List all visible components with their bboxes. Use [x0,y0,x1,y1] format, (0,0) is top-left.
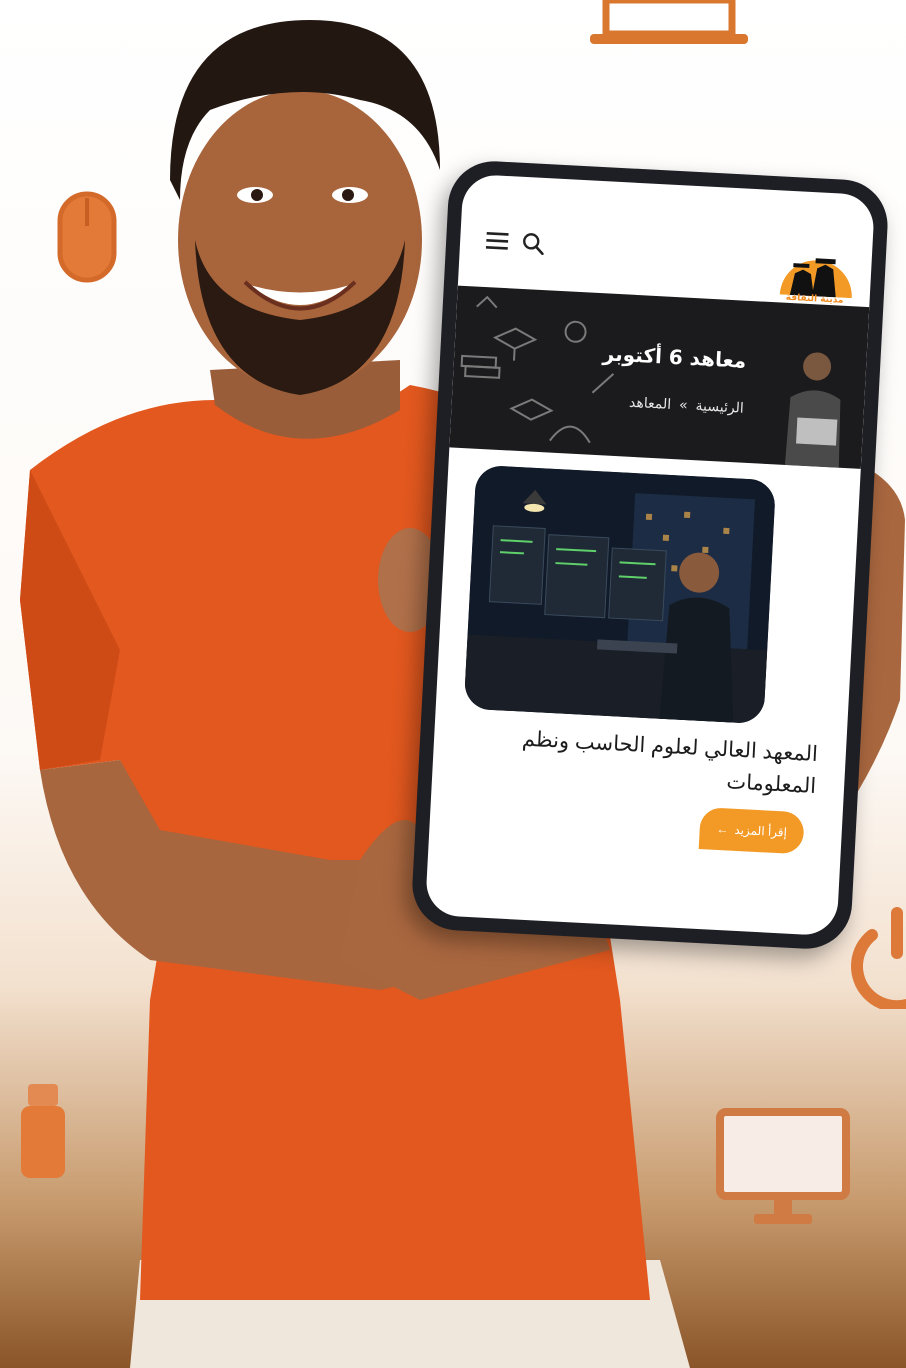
education-doodles [460,295,615,444]
institute-card-image[interactable] [463,464,777,725]
site-logo[interactable] [778,232,857,299]
read-more-button[interactable]: إقرأ المزيد ← [698,807,805,855]
search-icon[interactable] [522,232,545,256]
hero-student-image [784,352,841,468]
page-title: معاهد 6 أكتوبر [602,341,747,373]
app-header: مدينة الثقافة والعلوم [458,174,875,315]
breadcrumb-home[interactable]: الرئيسية [695,398,744,417]
institute-title[interactable]: المعهد العالي لعلوم الحاسب ونظم المعلوما… [516,723,819,803]
breadcrumb-separator: » [678,397,689,414]
breadcrumb-institutes[interactable]: المعاهد [629,395,672,413]
page-hero-banner: معاهد 6 أكتوبر الرئيسية » المعاهد [449,285,870,469]
arrow-left-icon: ← [716,821,729,837]
breadcrumb: الرئيسية » المعاهد [629,395,744,417]
read-more-label: إقرأ المزيد [734,822,788,840]
phone-screen: مدينة الثقافة والعلوم [424,173,876,937]
hamburger-menu-icon[interactable] [485,231,509,250]
phone-mockup: مدينة الثقافة والعلوم [410,159,890,951]
